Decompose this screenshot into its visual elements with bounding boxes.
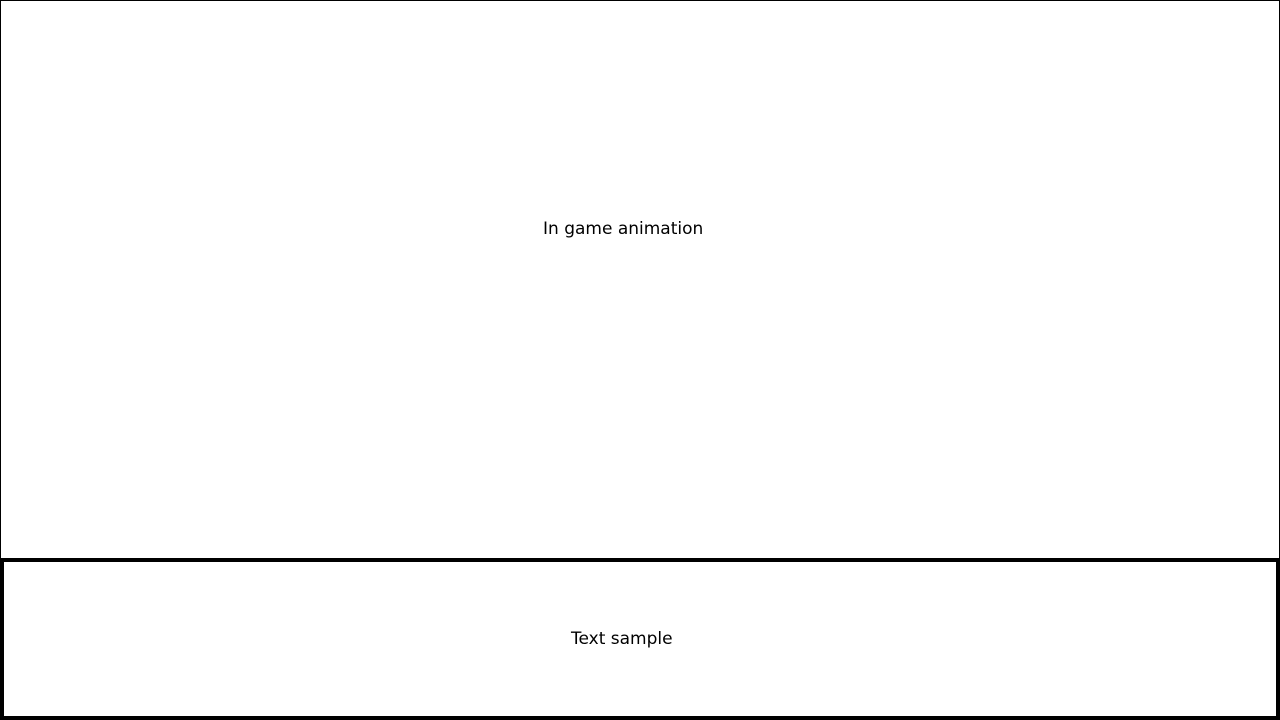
game-animation-label: In game animation	[543, 219, 704, 239]
dialog-text-box[interactable]: Text sample	[0, 558, 1280, 720]
game-animation-area: In game animation	[0, 0, 1280, 560]
dialog-text: Text sample	[571, 629, 673, 649]
